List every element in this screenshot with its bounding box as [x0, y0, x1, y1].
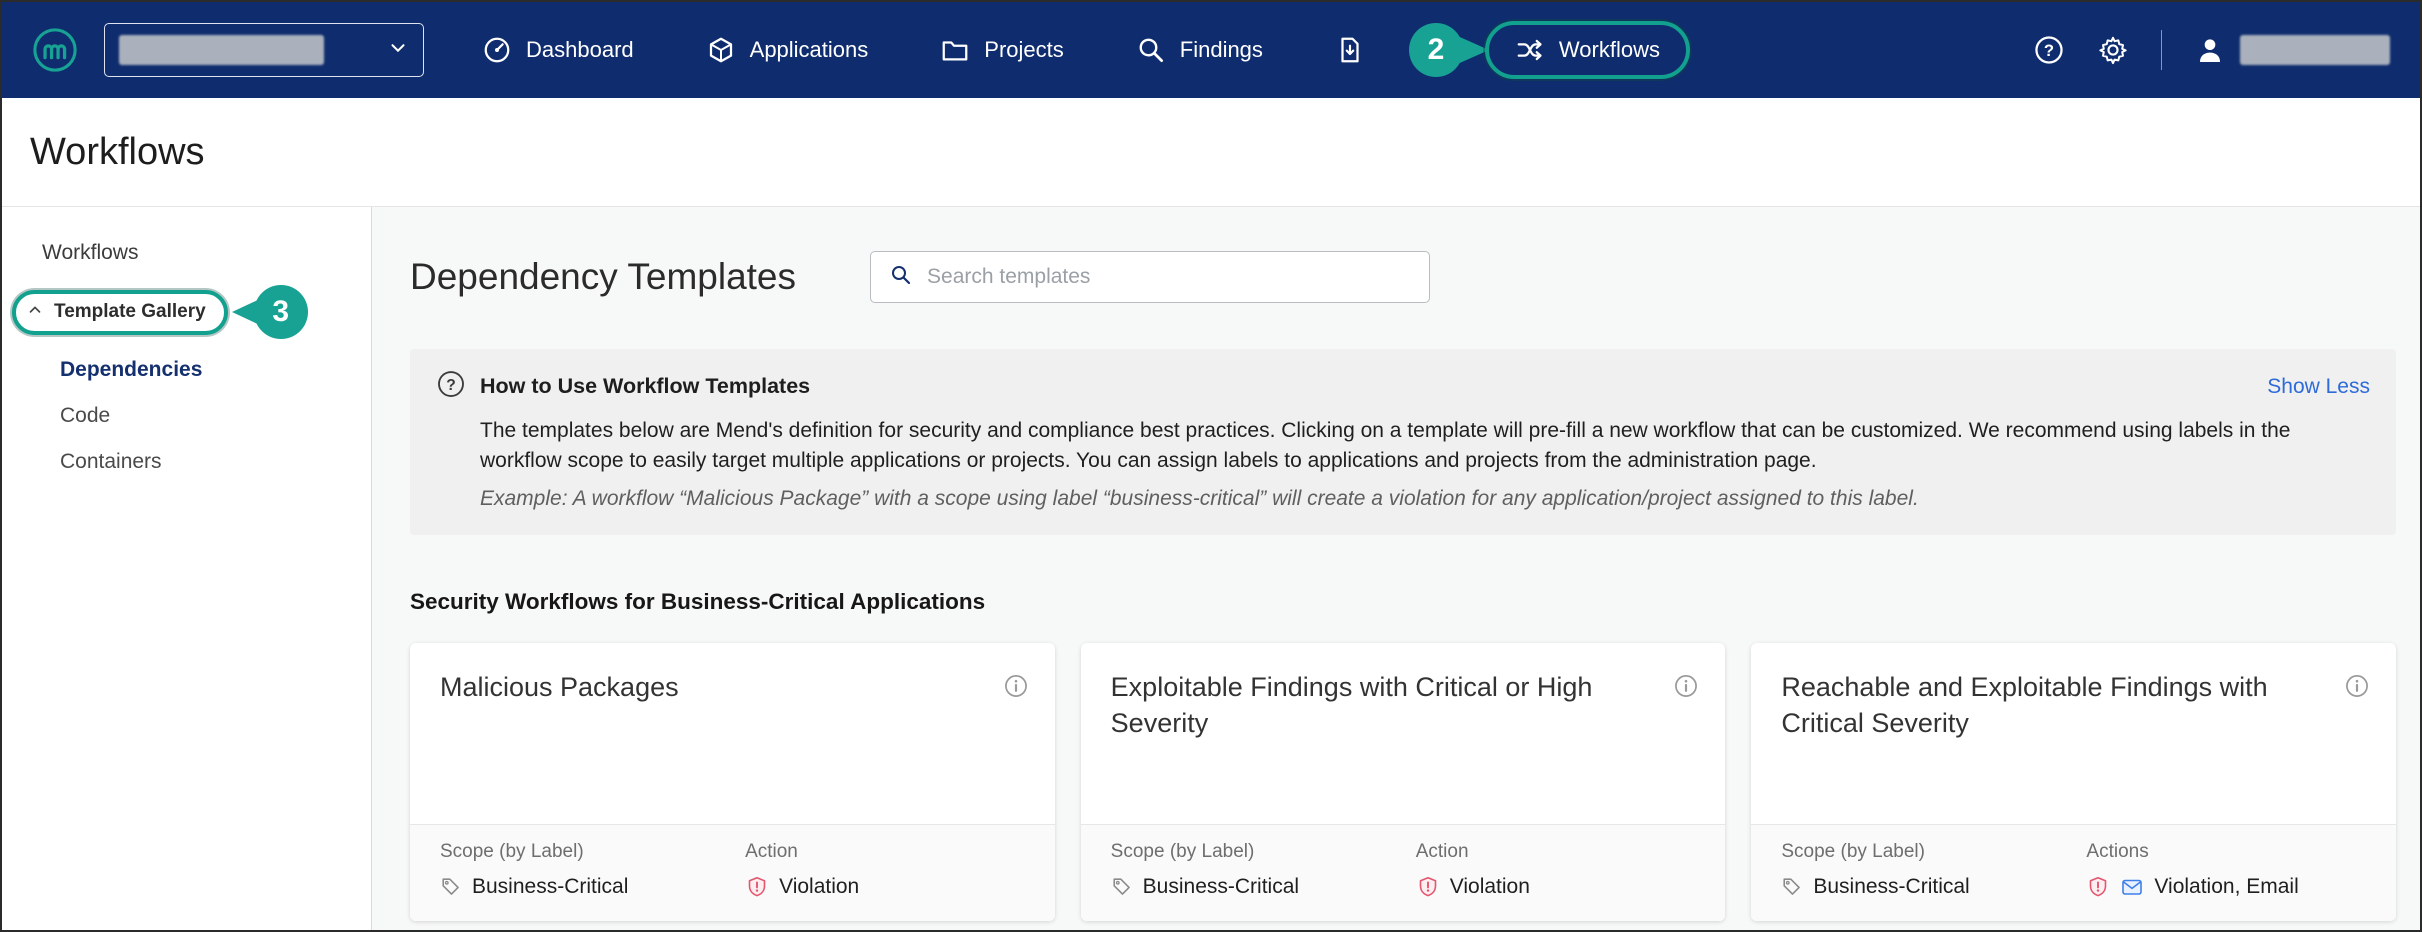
- action-label: Actions: [2086, 841, 2368, 863]
- action-value: Violation: [1450, 875, 1530, 899]
- sidebar-item-label: Dependencies: [60, 358, 202, 381]
- annotation-step-3-number: 3: [272, 295, 289, 329]
- document-import-icon: [1335, 35, 1365, 65]
- sidebar-item-label: Code: [60, 404, 110, 427]
- nav-label: Dashboard: [526, 37, 634, 63]
- template-card-reachable-exploitable[interactable]: Reachable and Exploitable Findings with …: [1751, 643, 2396, 921]
- cards-section-title: Security Workflows for Business-Critical…: [410, 589, 2396, 615]
- sidebar-item-label: Template Gallery: [54, 301, 206, 323]
- redacted-user-name: [2240, 35, 2390, 65]
- nav-label: Applications: [750, 37, 869, 63]
- nav-item-projects[interactable]: Projects: [940, 35, 1063, 65]
- nav-item-applications[interactable]: Applications: [706, 35, 869, 65]
- info-icon[interactable]: [1003, 673, 1029, 806]
- template-card-exploitable-findings[interactable]: Exploitable Findings with Critical or Hi…: [1081, 643, 1726, 921]
- settings-gear-icon[interactable]: [2097, 34, 2129, 66]
- sidebar: Workflows Template Gallery 3 Dependencie…: [2, 207, 372, 930]
- search-input[interactable]: [927, 265, 1411, 289]
- annotation-step-2: 2: [1409, 23, 1463, 77]
- nav-label: Findings: [1180, 37, 1263, 63]
- scope-value: Business-Critical: [472, 875, 628, 899]
- template-card-malicious-packages[interactable]: Malicious Packages Scope (by Label): [410, 643, 1055, 921]
- scope-label: Scope (by Label): [440, 841, 745, 863]
- top-navbar: Dashboard Applications Projects: [2, 2, 2420, 98]
- scope-label: Scope (by Label): [1781, 841, 2086, 863]
- panel-example-text: Example: A workflow “Malicious Package” …: [480, 487, 2370, 511]
- scope-value: Business-Critical: [1143, 875, 1299, 899]
- tag-icon: [1781, 876, 1803, 898]
- chevron-up-icon: [26, 301, 44, 324]
- sidebar-item-dependencies[interactable]: Dependencies: [2, 347, 371, 393]
- panel-title: How to Use Workflow Templates: [480, 374, 810, 399]
- main-heading-row: Dependency Templates: [410, 251, 2396, 303]
- violation-shield-icon: [745, 875, 769, 899]
- scope-label: Scope (by Label): [1111, 841, 1416, 863]
- topnav-divider: [2161, 30, 2162, 70]
- nav-item-reports[interactable]: [1335, 35, 1365, 65]
- app-window: Dashboard Applications Projects: [0, 0, 2422, 932]
- nav-item-findings[interactable]: Findings: [1136, 35, 1263, 65]
- sidebar-item-code[interactable]: Code: [2, 393, 371, 439]
- scope-value: Business-Critical: [1813, 875, 1969, 899]
- nav-label: Workflows: [1559, 37, 1660, 63]
- action-label: Action: [1416, 841, 1698, 863]
- redacted-organization-name: [119, 35, 324, 65]
- question-circle-icon: ?: [436, 369, 466, 404]
- annotation-step-3: 3: [254, 285, 308, 339]
- sidebar-item-containers[interactable]: Containers: [2, 439, 371, 485]
- nav-label: Projects: [984, 37, 1063, 63]
- how-to-use-panel: ? How to Use Workflow Templates Show Les…: [410, 349, 2396, 535]
- nav-item-dashboard[interactable]: Dashboard: [482, 35, 634, 65]
- card-title: Reachable and Exploitable Findings with …: [1781, 669, 2332, 806]
- user-avatar-icon: [2194, 34, 2226, 66]
- chevron-down-icon: [387, 37, 409, 64]
- tag-icon: [440, 876, 462, 898]
- topnav-utilities: ?: [2033, 30, 2390, 70]
- panel-body-text: The templates below are Mend's definitio…: [480, 416, 2370, 477]
- projects-icon: [940, 35, 970, 65]
- sidebar-template-gallery-row: Template Gallery 3: [12, 285, 371, 339]
- sidebar-item-workflows[interactable]: Workflows: [2, 229, 371, 277]
- template-cards: Malicious Packages Scope (by Label): [410, 643, 2396, 921]
- nav-item-workflows[interactable]: Workflows: [1485, 21, 1690, 79]
- sidebar-item-label: Containers: [60, 450, 162, 473]
- findings-icon: [1136, 35, 1166, 65]
- annotation-step-2-number: 2: [1428, 33, 1445, 67]
- action-value: Violation: [779, 875, 859, 899]
- user-menu[interactable]: [2194, 34, 2390, 66]
- help-icon[interactable]: ?: [2033, 34, 2065, 66]
- info-icon[interactable]: [2344, 673, 2370, 806]
- main-content: Dependency Templates: [372, 207, 2420, 930]
- tag-icon: [1111, 876, 1133, 898]
- sidebar-item-label: Workflows: [42, 241, 138, 264]
- workflows-icon: [1515, 35, 1545, 65]
- main-navigation: Dashboard Applications Projects: [482, 21, 1690, 79]
- action-value: Violation, Email: [2154, 875, 2298, 899]
- mend-logo-icon: [32, 27, 78, 73]
- action-label: Action: [745, 841, 1027, 863]
- page-title: Workflows: [30, 131, 205, 174]
- card-title: Exploitable Findings with Critical or Hi…: [1111, 669, 1662, 806]
- show-less-link[interactable]: Show Less: [2267, 375, 2370, 399]
- template-search[interactable]: [870, 251, 1430, 303]
- applications-icon: [706, 35, 736, 65]
- card-title: Malicious Packages: [440, 669, 679, 806]
- violation-shield-icon: [1416, 875, 1440, 899]
- svg-text:?: ?: [446, 377, 456, 394]
- info-icon[interactable]: [1673, 673, 1699, 806]
- page-header: Workflows: [2, 98, 2420, 206]
- search-icon: [889, 263, 913, 292]
- organization-dropdown[interactable]: [104, 23, 424, 77]
- section-heading: Dependency Templates: [410, 256, 796, 298]
- dashboard-icon: [482, 35, 512, 65]
- email-envelope-icon: [2120, 875, 2144, 899]
- violation-shield-icon: [2086, 875, 2110, 899]
- sidebar-item-template-gallery[interactable]: Template Gallery: [12, 290, 228, 335]
- svg-text:?: ?: [2044, 41, 2054, 60]
